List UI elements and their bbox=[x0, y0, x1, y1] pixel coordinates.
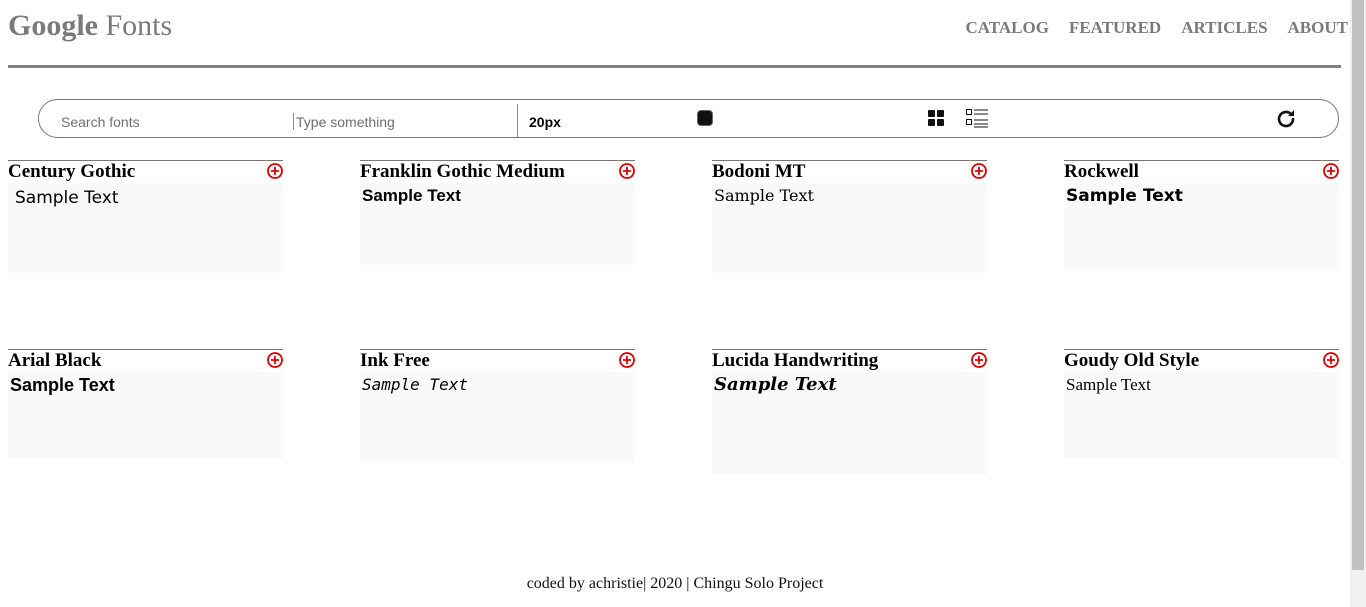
font-name: Arial Black bbox=[8, 350, 102, 371]
main-nav: CATALOG FEATURED ARTICLES ABOUT bbox=[966, 18, 1348, 38]
font-card-goudy-old-style: Goudy Old Style Sample Text bbox=[1064, 349, 1339, 458]
font-sample: Sample Text bbox=[712, 183, 987, 273]
font-sample: Sample Text bbox=[360, 183, 635, 265]
nav-about[interactable]: ABOUT bbox=[1288, 18, 1348, 38]
add-font-icon[interactable] bbox=[971, 352, 987, 373]
font-sample: Sample Text bbox=[8, 372, 283, 458]
list-view-icon[interactable] bbox=[966, 108, 988, 133]
divider bbox=[517, 104, 518, 137]
add-font-icon[interactable] bbox=[1323, 352, 1339, 373]
font-card-bodoni-mt: Bodoni MT Sample Text bbox=[712, 160, 987, 273]
font-card-ink-free: Ink Free Sample Text bbox=[360, 349, 635, 462]
font-size-value[interactable]: 20px bbox=[529, 114, 561, 130]
font-toolbar: Search fonts Type something 20px bbox=[38, 99, 1339, 138]
font-name: Century Gothic bbox=[8, 161, 136, 182]
nav-articles[interactable]: ARTICLES bbox=[1181, 18, 1267, 38]
add-font-icon[interactable] bbox=[267, 163, 283, 184]
font-sample: Sample Text bbox=[8, 183, 283, 273]
font-sample: Sample Text bbox=[1064, 372, 1339, 458]
header-divider bbox=[8, 65, 1341, 68]
font-size-slider-handle[interactable] bbox=[697, 110, 713, 126]
font-sample: Sample Text bbox=[1064, 183, 1339, 269]
font-name: Goudy Old Style bbox=[1064, 350, 1200, 371]
font-name: Franklin Gothic Medium bbox=[360, 161, 565, 182]
font-name: Lucida Handwriting bbox=[712, 350, 879, 371]
font-name: Rockwell bbox=[1064, 161, 1139, 182]
search-input[interactable]: Search fonts bbox=[61, 114, 140, 130]
sample-text-input[interactable]: Type something bbox=[296, 114, 395, 130]
font-name: Bodoni MT bbox=[712, 161, 806, 182]
footer-credit: coded by achristie| 2020 | Chingu Solo P… bbox=[526, 575, 824, 592]
font-sample: Sample Text bbox=[712, 372, 987, 474]
divider bbox=[293, 113, 294, 130]
font-sample: Sample Text bbox=[360, 372, 635, 462]
font-name: Ink Free bbox=[360, 350, 430, 371]
site-logo[interactable]: Google Fonts bbox=[8, 8, 172, 44]
add-font-icon[interactable] bbox=[619, 163, 635, 184]
add-font-icon[interactable] bbox=[1323, 163, 1339, 184]
scrollbar-thumb[interactable] bbox=[1352, 0, 1364, 570]
nav-featured[interactable]: FEATURED bbox=[1069, 18, 1161, 38]
nav-catalog[interactable]: CATALOG bbox=[966, 18, 1049, 38]
page-scrollbar[interactable] bbox=[1350, 0, 1366, 607]
logo-rest: Fonts bbox=[98, 9, 173, 42]
reset-icon[interactable] bbox=[1275, 108, 1297, 135]
font-card-arial-black: Arial Black Sample Text bbox=[8, 349, 283, 458]
add-font-icon[interactable] bbox=[619, 352, 635, 373]
add-font-icon[interactable] bbox=[267, 352, 283, 373]
font-card-century-gothic: Century Gothic Sample Text bbox=[8, 160, 283, 273]
font-card-rockwell: Rockwell Sample Text bbox=[1064, 160, 1339, 269]
font-card-lucida-handwriting: Lucida Handwriting Sample Text bbox=[712, 349, 987, 474]
add-font-icon[interactable] bbox=[971, 163, 987, 184]
logo-bold: Google bbox=[8, 9, 98, 42]
grid-view-icon[interactable] bbox=[928, 110, 944, 131]
font-card-franklin-gothic-medium: Franklin Gothic Medium Sample Text bbox=[360, 160, 635, 265]
